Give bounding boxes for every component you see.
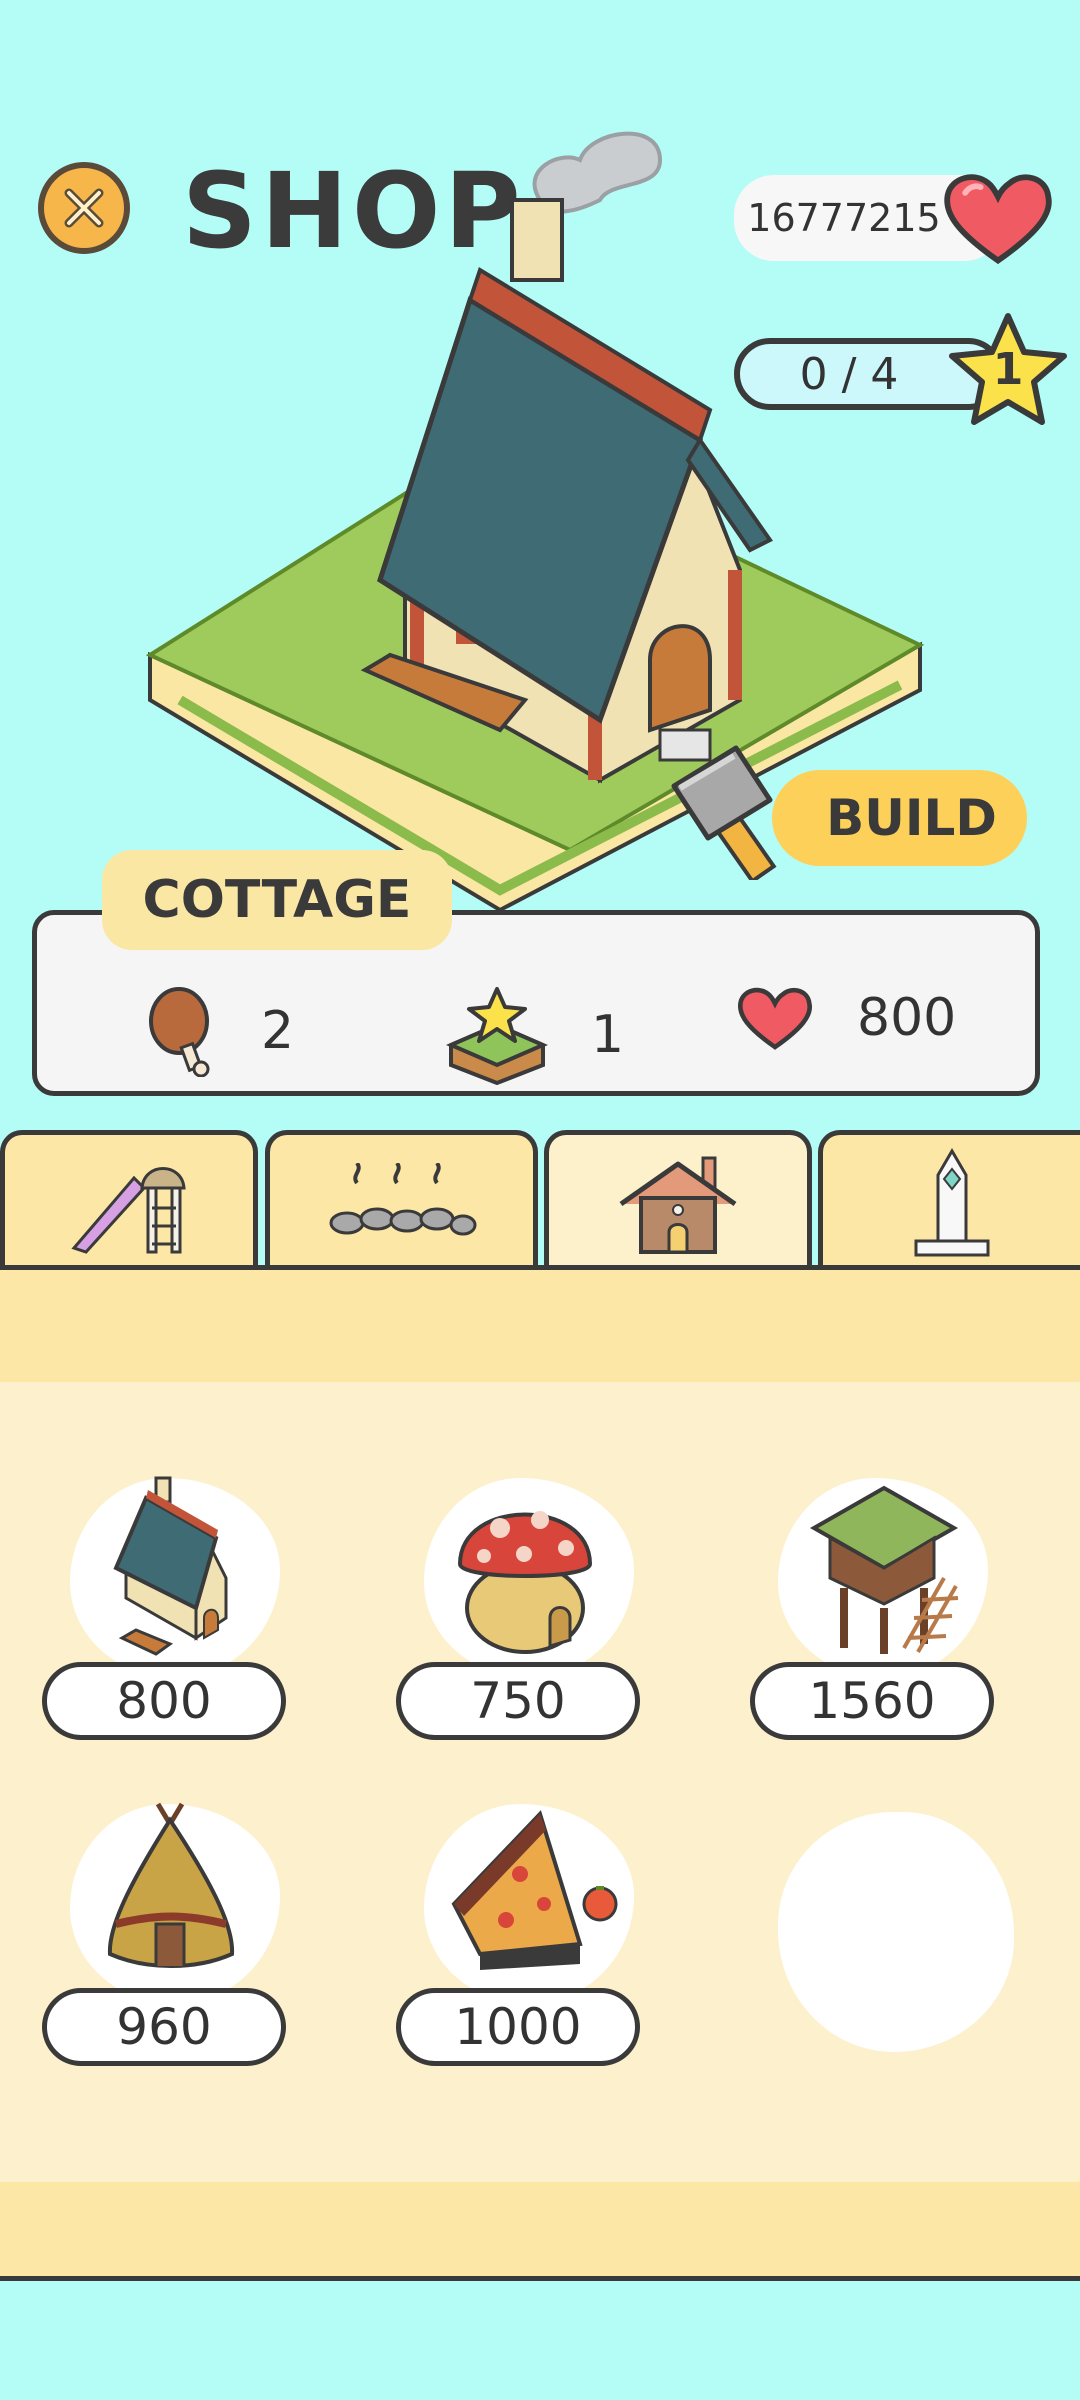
obelisk-icon <box>914 1147 989 1256</box>
cost-hearts: 800 <box>735 985 956 1051</box>
shop-footer-band <box>0 2182 1080 2276</box>
teepee-icon <box>107 1802 235 1968</box>
price-tag: 960 <box>42 1988 286 2066</box>
price-value: 800 <box>116 1672 212 1730</box>
tab-houses[interactable] <box>544 1130 812 1270</box>
shop-item-mushroom-house[interactable]: 750 <box>396 1468 656 1768</box>
shop-header-band <box>0 1270 1080 1382</box>
star-land-icon <box>445 987 549 1085</box>
heart-icon <box>738 987 812 1050</box>
pizza-house-icon <box>451 1810 618 1970</box>
slide-icon <box>71 1166 186 1254</box>
stilt-hut-icon <box>809 1485 959 1654</box>
stones-icon <box>329 1162 476 1235</box>
shop-item-stilt-hut[interactable]: 1560 <box>750 1468 1010 1768</box>
shop-item-cottage[interactable]: 800 <box>42 1468 302 1768</box>
shop-item-teepee[interactable]: 960 <box>42 1794 302 2094</box>
tab-hot-springs[interactable] <box>265 1130 538 1270</box>
close-icon <box>64 188 104 228</box>
price-value: 960 <box>116 1998 212 2056</box>
price-value: 1000 <box>454 1998 582 2056</box>
cottage-icon <box>113 1476 228 1656</box>
heart-icon <box>944 174 1052 265</box>
shop-item-pizza-house[interactable]: 1000 <box>396 1794 656 2094</box>
cost-hearts-value: 800 <box>857 988 957 1048</box>
cost-meat-value: 2 <box>261 1001 295 1061</box>
price-tag: 800 <box>42 1662 286 1740</box>
selected-item-name: COTTAGE <box>102 850 452 950</box>
meat-icon <box>149 987 210 1077</box>
price-tag: 1560 <box>750 1662 994 1740</box>
tab-monuments[interactable] <box>818 1130 1080 1270</box>
house-icon <box>619 1156 737 1254</box>
tab-playground[interactable] <box>0 1130 258 1270</box>
cost-land: 1 <box>445 985 624 1085</box>
price-tag: 750 <box>396 1662 640 1740</box>
level-star-badge: 1 <box>946 310 1070 434</box>
cost-meat: 2 <box>145 985 294 1077</box>
bottom-divider <box>0 2276 1080 2281</box>
price-value: 1560 <box>808 1672 936 1730</box>
level-value: 1 <box>992 344 1024 395</box>
mushroom-house-icon <box>457 1511 593 1654</box>
price-tag: 1000 <box>396 1988 640 2066</box>
cost-land-value: 1 <box>591 1005 625 1065</box>
price-value: 750 <box>470 1672 566 1730</box>
close-button[interactable] <box>38 162 130 254</box>
empty-item-slot <box>778 1812 1014 2052</box>
build-button[interactable]: BUILD <box>772 770 1027 866</box>
